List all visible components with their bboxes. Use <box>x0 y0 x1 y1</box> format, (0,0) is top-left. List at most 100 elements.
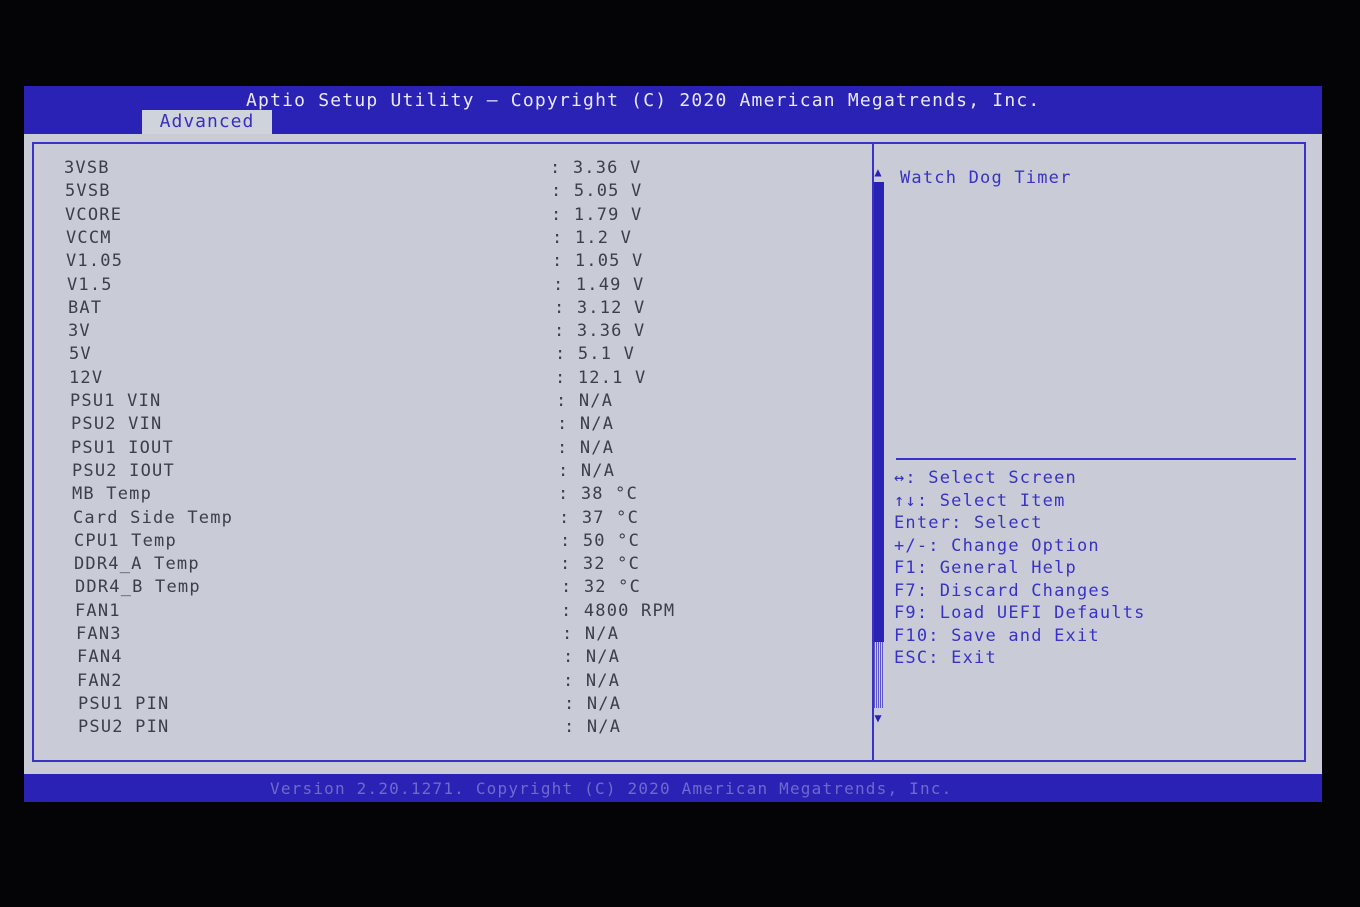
sensor-value: : 3.36 V <box>550 158 642 178</box>
sensor-row[interactable]: FAN3 : N/A <box>76 624 856 647</box>
sensor-value: : 3.12 V <box>554 297 646 318</box>
tab-advanced[interactable]: Advanced <box>142 110 272 134</box>
sensor-value: : 38 °C <box>558 484 639 505</box>
title-bar: Aptio Setup Utility – Copyright (C) 2020… <box>24 86 1322 134</box>
sensor-label: 5VSB <box>65 181 111 202</box>
sensor-value: : 32 °C <box>560 554 641 575</box>
key-enter-select: Enter: Select <box>894 513 1043 533</box>
footer-bar: Version 2.20.1271. Copyright (C) 2020 Am… <box>24 774 1322 802</box>
sensor-row[interactable]: 5VSB : 5.05 V <box>65 181 845 204</box>
key-general-help: F1: General Help <box>894 558 1077 578</box>
sensor-value: : 1.2 V <box>552 227 633 248</box>
sensor-row[interactable]: DDR4_B Temp : 32 °C <box>75 577 855 600</box>
sensor-value: : N/A <box>562 624 620 644</box>
sensor-label: 3V <box>68 321 91 342</box>
help-divider <box>896 458 1296 460</box>
sensor-row[interactable]: V1.05 : 1.05 V <box>66 251 846 274</box>
sensor-row[interactable]: 5V : 5.1 V <box>69 344 849 367</box>
sensor-label: DDR4_A Temp <box>74 554 200 575</box>
main-content: 3VSB : 3.36 V 5VSB : 5.05 V VCORE : 1.79 V VCC… <box>24 134 1322 774</box>
sensor-value: : 50 °C <box>560 530 641 551</box>
sensor-row[interactable]: PSU1 VIN : N/A <box>70 391 850 414</box>
sensor-list: 3VSB : 3.36 V 5VSB : 5.05 V VCORE : 1.79 V VCC… <box>64 158 864 738</box>
sensor-label: FAN2 <box>77 670 123 691</box>
sensor-label: 3VSB <box>64 158 110 178</box>
sensor-value: : N/A <box>564 693 622 714</box>
sensor-label: PSU1 IOUT <box>71 437 174 458</box>
sensor-label: PSU1 PIN <box>78 693 170 714</box>
scroll-up-arrow-icon[interactable]: ▲ <box>872 166 884 178</box>
sensor-value: : N/A <box>563 647 621 668</box>
sensor-row[interactable]: CPU1 Temp : 50 °C <box>74 531 854 554</box>
key-load-defaults: F9: Load UEFI Defaults <box>894 603 1146 623</box>
key-save-exit: F10: Save and Exit <box>894 625 1100 646</box>
sensor-label: VCCM <box>66 227 112 248</box>
sensor-row[interactable]: PSU2 PIN : N/A <box>78 717 858 740</box>
sensor-label: VCORE <box>65 204 123 225</box>
sensor-value: : 3.36 V <box>554 321 646 342</box>
sensor-row[interactable]: PSU1 PIN : N/A <box>78 694 858 717</box>
scrollbar[interactable]: ▲ ▼ <box>872 166 884 726</box>
version-text: Version 2.20.1271. Copyright (C) 2020 Am… <box>270 779 953 798</box>
sensor-label: 12V <box>69 367 104 388</box>
scroll-track[interactable] <box>874 642 884 708</box>
sensor-value: : 32 °C <box>561 577 642 598</box>
bios-screen: Aptio Setup Utility – Copyright (C) 2020… <box>24 86 1322 802</box>
key-select-item: ↑↓: Select Item <box>894 490 1066 511</box>
sensor-value: : 5.05 V <box>551 181 643 202</box>
sensor-label: 5V <box>69 344 92 365</box>
sensor-value: : N/A <box>563 670 621 691</box>
sensor-row[interactable]: VCORE : 1.79 V <box>65 205 845 228</box>
sensor-row[interactable]: 3V : 3.36 V <box>68 321 848 344</box>
key-legend: ↔: Select Screen ↑↓: Select Item Enter: … <box>894 468 1146 671</box>
sensor-label: CPU1 Temp <box>74 530 177 551</box>
sensor-row[interactable]: DDR4_A Temp : 32 °C <box>74 554 854 577</box>
sensor-row[interactable]: PSU2 VIN : N/A <box>71 414 851 437</box>
sensor-label: FAN3 <box>76 624 122 644</box>
sensor-row[interactable]: 12V : 12.1 V <box>69 368 849 391</box>
sensor-row[interactable]: FAN1 : 4800 RPM <box>75 601 855 624</box>
sensor-row[interactable]: V1.5 : 1.49 V <box>67 275 847 298</box>
sensor-row[interactable]: BAT : 3.12 V <box>68 298 848 321</box>
sensor-label: PSU1 VIN <box>70 391 162 411</box>
sensor-label: FAN1 <box>75 600 121 621</box>
sensor-label: MB Temp <box>72 484 153 505</box>
sensor-label: BAT <box>68 297 103 318</box>
sensor-label: PSU2 IOUT <box>72 460 175 481</box>
sensor-value: : N/A <box>558 460 616 481</box>
app-title: Aptio Setup Utility – Copyright (C) 2020… <box>246 90 1041 111</box>
sensor-value: : 1.79 V <box>551 204 643 225</box>
key-esc-exit: ESC: Exit <box>894 648 997 668</box>
sensor-label: V1.05 <box>66 251 124 272</box>
sensor-value: : 12.1 V <box>555 367 647 388</box>
sensor-value: : N/A <box>556 391 614 411</box>
sensor-value: : 1.05 V <box>552 251 644 272</box>
sensor-label: PSU2 PIN <box>78 717 170 738</box>
sensor-label: DDR4_B Temp <box>75 577 201 598</box>
sensor-value: : N/A <box>557 414 615 435</box>
sensor-label: PSU2 VIN <box>71 414 163 435</box>
key-discard-changes: F7: Discard Changes <box>894 580 1112 601</box>
sensor-row[interactable]: VCCM : 1.2 V <box>66 228 846 251</box>
sensor-row[interactable]: PSU2 IOUT : N/A <box>72 461 852 484</box>
sensor-label: V1.5 <box>67 274 113 295</box>
sensor-value: : N/A <box>564 717 622 738</box>
scroll-thumb[interactable] <box>874 182 884 642</box>
sensor-row[interactable]: MB Temp : 38 °C <box>72 484 852 507</box>
key-select-screen: ↔: Select Screen <box>894 468 1077 488</box>
key-change-option: +/-: Change Option <box>894 535 1100 556</box>
sensor-value: : N/A <box>557 437 615 458</box>
sensor-row[interactable]: FAN4 : N/A <box>77 647 857 670</box>
scroll-down-arrow-icon[interactable]: ▼ <box>872 712 884 724</box>
sensor-value: : 4800 RPM <box>561 600 676 621</box>
help-title: Watch Dog Timer <box>900 168 1072 188</box>
sensor-row[interactable]: 3VSB : 3.36 V <box>64 158 844 181</box>
sensor-value: : 37 °C <box>559 507 640 528</box>
sensor-value: : 1.49 V <box>553 274 645 295</box>
sensor-row[interactable]: FAN2 : N/A <box>77 671 857 694</box>
sensor-value: : 5.1 V <box>555 344 636 365</box>
sensor-label: Card Side Temp <box>73 507 234 528</box>
sensor-label: FAN4 <box>77 647 123 668</box>
sensor-row[interactable]: Card Side Temp : 37 °C <box>73 508 853 531</box>
sensor-row[interactable]: PSU1 IOUT : N/A <box>71 438 851 461</box>
